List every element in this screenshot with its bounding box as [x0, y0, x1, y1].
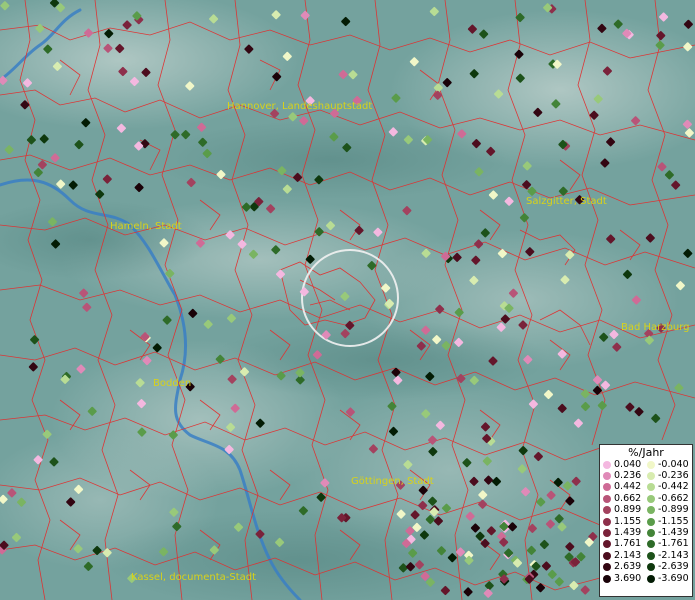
legend-entry-negative: -0.442 — [647, 482, 691, 492]
legend-row: 3.690 -3.690 — [603, 573, 692, 584]
legend-swatch — [603, 540, 611, 549]
legend-entry-positive: 0.442 — [603, 482, 647, 492]
legend-value: -1.155 — [658, 515, 689, 527]
legend-swatch — [647, 460, 655, 469]
legend-value: 1.761 — [614, 538, 642, 550]
legend-entry-positive: 0.236 — [603, 471, 647, 481]
legend: %/Jahr 0.040 -0.040 0.236 -0.236 0.442 -0.442… — [599, 444, 693, 597]
legend-value: 0.899 — [614, 504, 642, 516]
legend-entry-positive: 3.690 — [603, 572, 647, 584]
legend-entry-positive: 0.662 — [603, 492, 647, 504]
legend-value: 2.639 — [614, 561, 642, 573]
legend-entry-positive: 0.899 — [603, 505, 647, 515]
city-label-salzgitter: Salzgitter, Stadt — [526, 196, 607, 207]
legend-swatch — [647, 551, 655, 560]
relief-map[interactable]: Hannover, Landeshauptstadt Salzgitter, S… — [0, 0, 695, 600]
legend-swatch — [647, 563, 655, 572]
legend-entry-positive: 1.761 — [603, 539, 647, 549]
legend-row: 2.143 -2.143 — [603, 550, 692, 561]
legend-entry-positive: 2.639 — [603, 562, 647, 572]
legend-entry-negative: -1.155 — [647, 515, 691, 527]
city-label-hameln: Hameln, Stadt — [110, 221, 182, 232]
legend-value: -3.690 — [658, 572, 689, 584]
legend-value: -1.439 — [658, 527, 689, 539]
legend-value: 3.690 — [614, 572, 642, 584]
legend-swatch — [603, 563, 611, 572]
legend-row: 1.439 -1.439 — [603, 527, 692, 538]
legend-value: 0.662 — [614, 492, 642, 504]
legend-entry-positive: 0.040 — [603, 458, 647, 470]
legend-row: 0.899 -0.899 — [603, 505, 692, 516]
legend-value: 0.442 — [614, 481, 642, 493]
legend-row: 2.639 -2.639 — [603, 562, 692, 573]
legend-value: -0.662 — [658, 492, 689, 504]
legend-row: 1.155 -1.155 — [603, 516, 692, 527]
legend-swatch — [603, 551, 611, 560]
legend-swatch — [603, 460, 611, 469]
legend-swatch — [647, 506, 655, 515]
legend-row: 0.662 -0.662 — [603, 493, 692, 504]
legend-swatch — [603, 494, 611, 503]
legend-row: 0.040 -0.040 — [603, 459, 692, 470]
legend-entry-positive: 1.155 — [603, 515, 647, 527]
legend-entry-positive: 2.143 — [603, 549, 647, 561]
legend-value: 0.040 — [614, 458, 642, 470]
legend-value: 1.155 — [614, 515, 642, 527]
legend-row: 0.442 -0.442 — [603, 482, 692, 493]
legend-rows: 0.040 -0.040 0.236 -0.236 0.442 -0.442 0.662 -0… — [603, 459, 692, 584]
legend-entry-negative: -0.236 — [647, 471, 691, 481]
legend-swatch — [647, 529, 655, 538]
legend-entry-negative: -2.639 — [647, 562, 691, 572]
city-label-bodden: Bodden — [153, 378, 191, 389]
legend-value: 2.143 — [614, 549, 642, 561]
legend-swatch — [647, 494, 655, 503]
legend-swatch — [647, 540, 655, 549]
legend-entry-negative: -0.040 — [647, 458, 691, 470]
legend-value: 0.236 — [614, 470, 642, 482]
legend-value: -2.143 — [658, 549, 689, 561]
legend-value: -0.442 — [658, 481, 689, 493]
legend-entry-negative: -0.662 — [647, 492, 691, 504]
city-label-kassel: Kassel, documenta-Stadt — [131, 572, 256, 583]
city-label-hannover: Hannover, Landeshauptstadt — [227, 101, 372, 112]
legend-swatch — [647, 517, 655, 526]
legend-value: -1.761 — [658, 538, 689, 550]
legend-swatch — [603, 472, 611, 481]
legend-entry-positive: 1.439 — [603, 528, 647, 538]
legend-entry-negative: -1.761 — [647, 539, 691, 549]
legend-swatch — [603, 574, 611, 583]
legend-value: -0.236 — [658, 470, 689, 482]
legend-swatch — [603, 517, 611, 526]
legend-swatch — [603, 529, 611, 538]
legend-entry-negative: -3.690 — [647, 572, 691, 584]
legend-title: %/Jahr — [628, 446, 664, 459]
legend-row: 0.236 -0.236 — [603, 470, 692, 481]
legend-swatch — [647, 483, 655, 492]
legend-row: 1.761 -1.761 — [603, 539, 692, 550]
terrain-relief — [0, 0, 695, 600]
legend-value: -0.040 — [658, 458, 689, 470]
city-label-goettingen: Göttingen, Stadt — [351, 476, 434, 487]
legend-value: -2.639 — [658, 561, 689, 573]
legend-swatch — [647, 574, 655, 583]
legend-entry-negative: -1.439 — [647, 528, 691, 538]
legend-swatch — [603, 506, 611, 515]
legend-swatch — [603, 483, 611, 492]
legend-value: 1.439 — [614, 527, 642, 539]
legend-entry-negative: -2.143 — [647, 549, 691, 561]
city-label-bad-harzburg: Bad Harzburg — [621, 322, 690, 333]
legend-value: -0.899 — [658, 504, 689, 516]
legend-entry-negative: -0.899 — [647, 505, 691, 515]
legend-swatch — [647, 472, 655, 481]
